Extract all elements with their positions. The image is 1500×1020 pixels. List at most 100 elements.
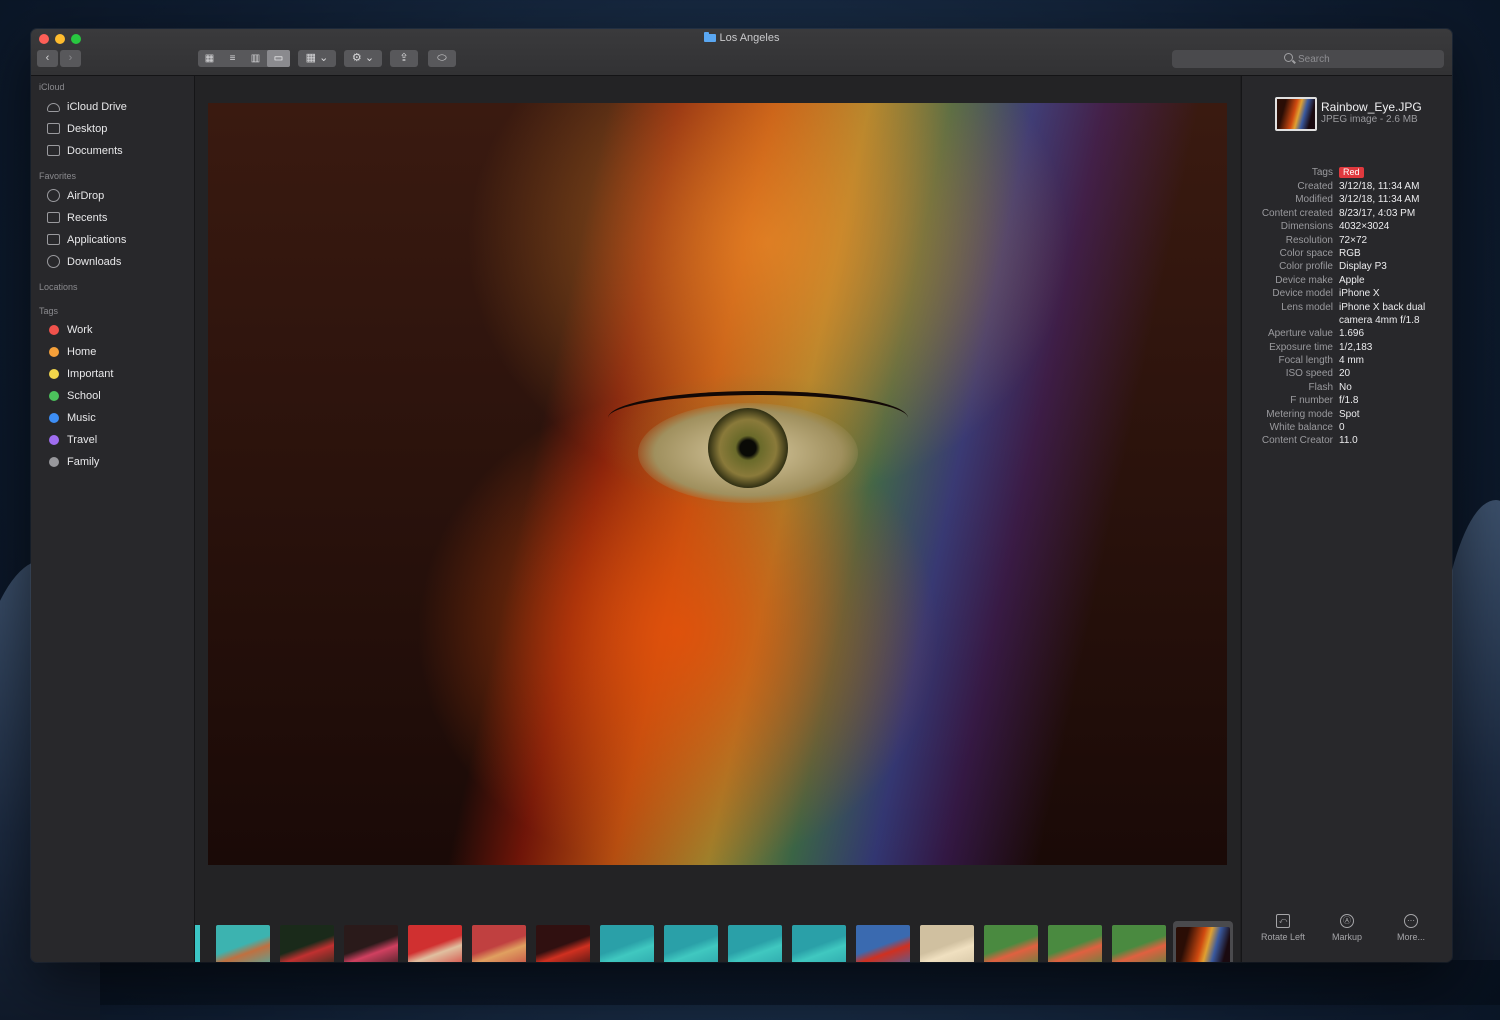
edit-tags-button[interactable]: ⬭ [428,50,456,67]
share-button[interactable]: ⇪ [390,50,418,67]
search-field[interactable] [1172,50,1444,68]
search-icon [1284,53,1293,62]
sidebar-item-label: Downloads [67,256,122,268]
filmstrip-thumbnail[interactable] [1112,925,1166,962]
navigation-group: ‹ › [37,50,81,67]
sidebar-item-desktop[interactable]: Desktop [45,119,193,139]
meta-key: Lens model [1281,301,1333,313]
filmstrip-thumbnail[interactable] [792,925,846,962]
sidebar-tag-school[interactable]: School [45,386,193,406]
image-eyelid [608,391,908,445]
gallery-view-button[interactable]: ▭ [267,50,290,67]
document-icon [47,145,60,156]
sidebar-item-documents[interactable]: Documents [45,141,193,161]
sidebar-tag-music[interactable]: Music [45,408,193,428]
filmstrip-thumbnail[interactable] [728,925,782,962]
sidebar-item-airdrop[interactable]: AirDrop [45,186,193,206]
file-thumbnail [1275,97,1317,131]
tag-badge-red[interactable]: Red [1339,167,1364,178]
sidebar-item-recents[interactable]: Recents [45,208,193,228]
sidebar-item-label: Home [67,346,97,358]
sidebar-item-label: AirDrop [67,190,105,202]
sidebar: iCloud iCloud Drive Desktop Documents Fa… [31,76,195,962]
title-bar: Los Angeles ‹ › ▦ ≡ ▥ ▭ ▦ ⌄ ⚙ ⌄ ⇪ ⬭ [31,29,1452,76]
rotate-left-icon: ⤺ [1276,914,1290,928]
sidebar-item-label: Work [67,324,93,336]
sidebar-tag-important[interactable]: Important [45,364,193,384]
filmstrip-thumbnail[interactable] [216,925,270,962]
applications-icon [47,234,60,245]
back-button[interactable]: ‹ [37,50,58,67]
filmstrip-thumbnail-selected[interactable] [1173,921,1233,962]
sidebar-tag-work[interactable]: Work [45,320,193,340]
action-rotate-left[interactable]: ⤺ Rotate Left [1253,914,1313,942]
action-more[interactable]: ⋯ More... [1381,914,1441,942]
filmstrip-thumbnail[interactable] [472,925,526,962]
sidebar-item-label: Important [67,368,114,380]
meta-key: Color space [1279,248,1333,259]
desktop-icon [47,123,60,134]
search-input[interactable] [1298,52,1428,66]
meta-value: 1/2,183 [1339,341,1373,353]
meta-key: Created [1297,181,1333,192]
meta-key: Dimensions [1280,221,1333,233]
folder-icon [703,32,716,42]
meta-key: F number [1290,395,1333,407]
sidebar-item-label: Recents [67,212,108,224]
sidebar-item-icloud-drive[interactable]: iCloud Drive [45,97,193,117]
sidebar-tag-home[interactable]: Home [45,342,193,362]
inspector-panel: Rainbow_Eye.JPG JPEG image - 2.6 MB Tags… [1241,76,1452,962]
meta-key: Content Creator [1261,435,1333,447]
meta-key: Metering mode [1266,408,1333,420]
filmstrip-thumbnail[interactable] [1048,925,1102,962]
filmstrip-thumbnail[interactable] [408,925,462,962]
meta-key: Focal length [1278,354,1333,366]
sidebar-tag-travel[interactable]: Travel [45,430,193,450]
action-menu-button[interactable]: ⚙ ⌄ [344,50,382,67]
sidebar-item-applications[interactable]: Applications [45,230,193,250]
meta-value: 8/23/17, 4:03 PM [1339,207,1416,219]
filmstrip-thumbnail[interactable] [344,925,398,962]
filmstrip [195,921,1240,962]
meta-key: Exposure time [1269,341,1333,353]
filmstrip-thumbnail[interactable] [920,925,974,962]
sidebar-header-tags[interactable]: Tags [39,306,58,316]
meta-value: 72×72 [1339,234,1368,246]
meta-value: Display P3 [1339,261,1387,273]
meta-value: 0 [1339,421,1345,433]
column-view-button[interactable]: ▥ [244,50,267,67]
action-markup[interactable]: Ⓐ Markup [1317,914,1377,942]
list-view-button[interactable]: ≡ [221,50,244,67]
filmstrip-thumbnail[interactable] [600,925,654,962]
filmstrip-thumbnail[interactable] [664,925,718,962]
filmstrip-thumbnail[interactable] [280,925,334,962]
view-mode-group: ▦ ≡ ▥ ▭ [198,50,290,67]
meta-value: iPhone X back dual camera 4mm f/1.8 [1339,301,1426,326]
sidebar-header-locations[interactable]: Locations [39,282,78,292]
finder-window: Los Angeles ‹ › ▦ ≡ ▥ ▭ ▦ ⌄ ⚙ ⌄ ⇪ ⬭ iClo… [31,29,1452,962]
meta-key: Resolution [1285,234,1333,246]
sidebar-item-label: Travel [67,434,98,446]
image-preview[interactable] [208,103,1227,865]
meta-key: Device make [1275,274,1333,286]
group-by-button[interactable]: ▦ ⌄ [298,50,336,67]
meta-value: Apple [1339,274,1365,286]
forward-button[interactable]: › [60,50,81,67]
filmstrip-thumbnail[interactable] [984,925,1038,962]
meta-value: No [1339,381,1352,393]
filmstrip-thumbnail[interactable] [856,925,910,962]
filmstrip-thumbnail[interactable] [536,925,590,962]
recents-icon [47,212,60,223]
icon-view-button[interactable]: ▦ [198,50,221,67]
tag-color-dot-icon [49,457,59,467]
tag-color-dot-icon [49,413,59,423]
meta-key: Flash [1308,381,1333,393]
sidebar-item-label: Desktop [67,123,108,135]
sidebar-tag-family[interactable]: Family [45,452,193,472]
sidebar-item-downloads[interactable]: Downloads [45,252,193,272]
sidebar-header-favorites: Favorites [39,171,77,181]
meta-value: 11.0 [1339,435,1358,447]
more-icon: ⋯ [1404,914,1418,928]
action-label: Markup [1331,932,1362,942]
sidebar-header-icloud: iCloud [39,82,65,92]
